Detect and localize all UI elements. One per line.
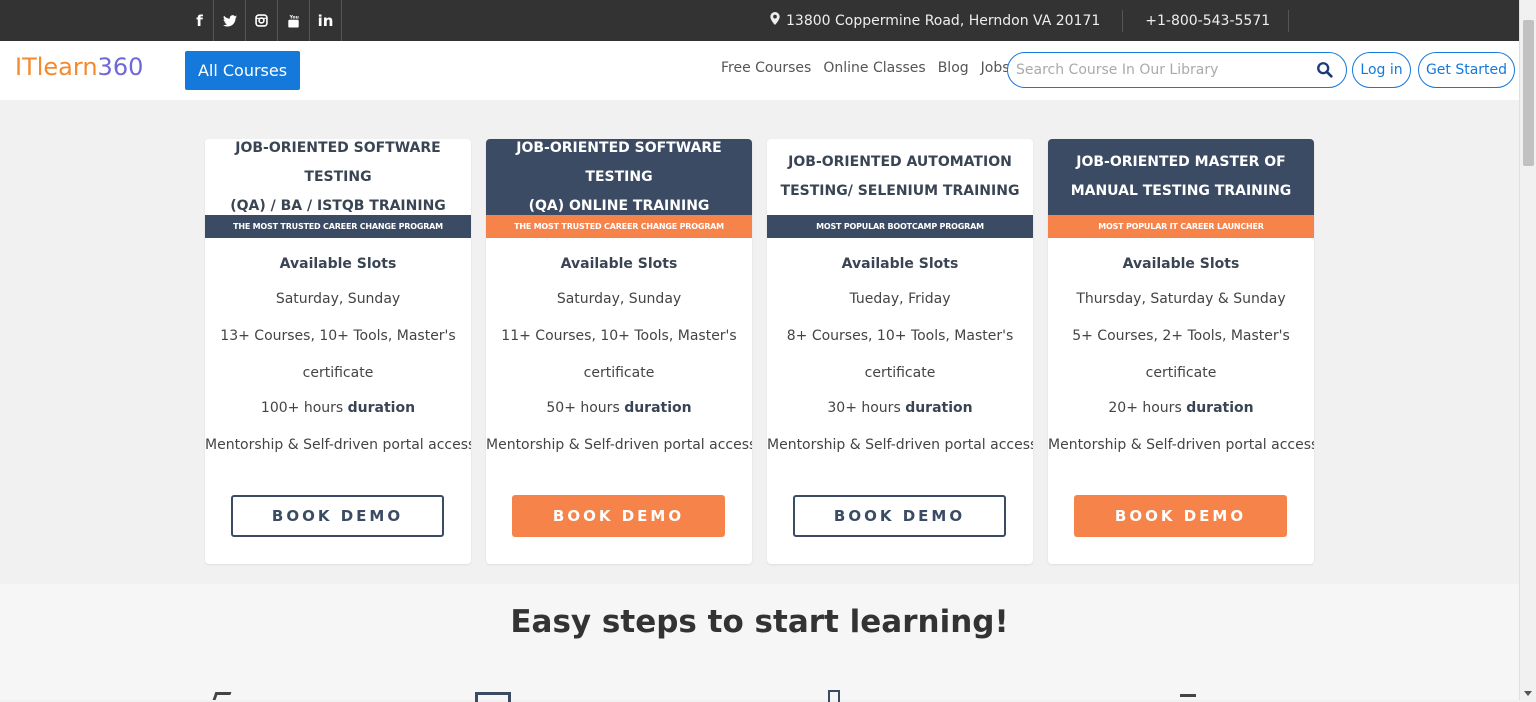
certificate-text: certificate: [302, 365, 374, 381]
duration-text: 50+ hours duration: [546, 400, 692, 416]
phone-icon: [828, 690, 840, 702]
twitter-icon[interactable]: [214, 0, 246, 41]
certificate-text: certificate: [864, 365, 936, 381]
course-count: 13+ Courses, 10+ Tools, Master's: [220, 328, 456, 344]
card-title: JOB-ORIENTED SOFTWARE TESTING (QA) ONLINE…: [486, 139, 752, 215]
slot-days: Tueday, Friday: [849, 291, 951, 307]
search-input[interactable]: [1014, 59, 1304, 81]
youtube-icon[interactable]: You: [278, 0, 310, 41]
phone-number[interactable]: +1-800-543-5571: [1123, 9, 1290, 32]
scrollbar-thumb[interactable]: [1523, 20, 1534, 166]
course-count: 5+ Courses, 2+ Tools, Master's: [1072, 328, 1290, 344]
search-icon[interactable]: [1316, 61, 1334, 79]
linkedin-icon[interactable]: in: [310, 0, 342, 41]
mentorship-text: Mentorship & Self-driven portal access: [1048, 437, 1314, 453]
slot-days: Saturday, Sunday: [275, 291, 401, 307]
contact-info: 13800 Coppermine Road, Herndon VA 20171 …: [770, 0, 1290, 41]
duration-text: 30+ hours duration: [827, 400, 973, 416]
mentorship-text: Mentorship & Self-driven portal access: [486, 437, 752, 453]
available-slots-label: Available Slots: [560, 256, 678, 272]
slot-days: Saturday, Sunday: [556, 291, 682, 307]
slot-days: Thursday, Saturday & Sunday: [1076, 291, 1286, 307]
available-slots-label: Available Slots: [279, 256, 397, 272]
facebook-icon[interactable]: f: [186, 0, 214, 41]
course-search: [1007, 52, 1347, 88]
instagram-icon[interactable]: [246, 0, 278, 41]
course-card: JOB-ORIENTED SOFTWARE TESTING (QA) ONLINE…: [486, 139, 752, 564]
scroll-down-arrow-icon[interactable]: [1524, 691, 1532, 696]
course-count: 8+ Courses, 10+ Tools, Master's: [786, 328, 1014, 344]
course-card: JOB-ORIENTED SOFTWARE TESTING (QA) / BA /…: [205, 139, 471, 564]
card-title: JOB-ORIENTED MASTER OF MANUAL TESTING TRA…: [1048, 139, 1314, 215]
book-demo-button[interactable]: BOOK DEMO: [231, 495, 444, 537]
card-title: JOB-ORIENTED SOFTWARE TESTING (QA) / BA /…: [230, 139, 446, 214]
book-demo-button[interactable]: BOOK DEMO: [512, 495, 725, 537]
certificate-text: certificate: [583, 365, 655, 381]
mentorship-text: Mentorship & Self-driven portal access: [205, 437, 471, 453]
section-heading: Easy steps to start learning!: [510, 604, 1009, 640]
site-logo[interactable]: ITlearn360: [15, 53, 143, 81]
course-card: JOB-ORIENTED MASTER OF MANUAL TESTING TRA…: [1048, 139, 1314, 564]
login-button[interactable]: Log in: [1352, 52, 1411, 88]
course-card: JOB-ORIENTED AUTOMATION TESTING/ SELENIUM…: [767, 139, 1033, 564]
all-courses-button[interactable]: All Courses: [185, 51, 300, 90]
card-band: MOST POPULAR IT CAREER LAUNCHER: [1048, 215, 1314, 238]
map-marker-icon: [770, 12, 780, 29]
easy-steps-section: Easy steps to start learning!: [0, 584, 1519, 702]
get-started-button[interactable]: Get Started: [1418, 52, 1515, 88]
course-count: 11+ Courses, 10+ Tools, Master's: [501, 328, 737, 344]
step-icon-partial: [212, 692, 232, 700]
available-slots-label: Available Slots: [841, 256, 959, 272]
step-icon-partial: [1180, 694, 1196, 700]
duration-text: 100+ hours duration: [260, 400, 416, 416]
page-scrollbar[interactable]: [1519, 0, 1536, 700]
book-demo-button[interactable]: BOOK DEMO: [793, 495, 1006, 537]
nav-link-online-classes[interactable]: Online Classes: [823, 60, 925, 76]
top-bar: f You in 13800 Coppermine Road, Herndon …: [0, 0, 1519, 41]
course-cards-section: JOB-ORIENTED SOFTWARE TESTING (QA) / BA /…: [0, 100, 1519, 584]
available-slots-label: Available Slots: [1122, 256, 1240, 272]
nav-link-blog[interactable]: Blog: [938, 60, 969, 76]
nav-links: Free Courses Online Classes Blog Jobs: [721, 60, 1022, 76]
nav-link-jobs[interactable]: Jobs: [981, 60, 1010, 76]
duration-text: 20+ hours duration: [1108, 400, 1254, 416]
card-band: MOST POPULAR BOOTCAMP PROGRAM: [767, 215, 1033, 238]
address-text: 13800 Coppermine Road, Herndon VA 20171: [786, 12, 1101, 29]
social-links: f You in: [186, 0, 342, 41]
mentorship-text: Mentorship & Self-driven portal access: [767, 437, 1033, 453]
certificate-text: certificate: [1145, 365, 1217, 381]
svg-text:You: You: [289, 14, 299, 20]
card-title: JOB-ORIENTED AUTOMATION TESTING/ SELENIUM…: [780, 154, 1020, 199]
nav-link-free-courses[interactable]: Free Courses: [721, 60, 811, 76]
main-navbar: ITlearn360 All Courses Free Courses Onli…: [0, 41, 1519, 100]
book-demo-button[interactable]: BOOK DEMO: [1074, 495, 1287, 537]
monitor-icon: [475, 692, 511, 702]
